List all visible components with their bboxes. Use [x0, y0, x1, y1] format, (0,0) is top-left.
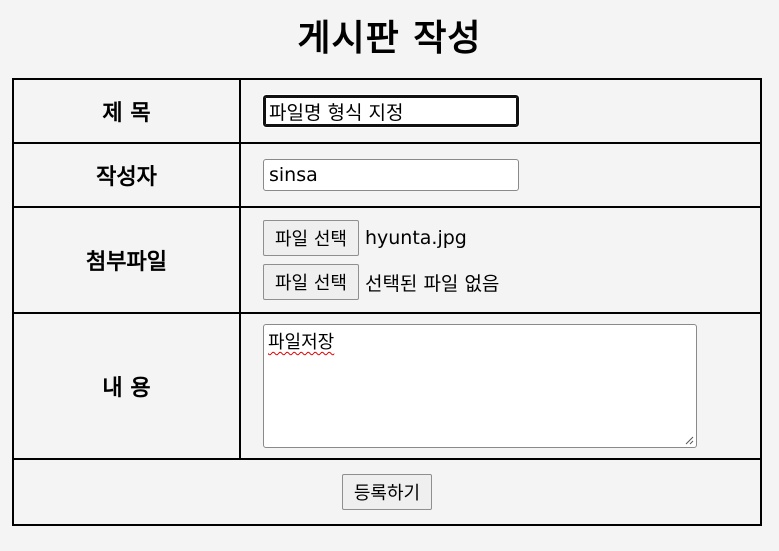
content-textarea-wrapper: 파일저장 [263, 324, 697, 448]
register-button[interactable]: 등록하기 [341, 474, 433, 510]
content-row: 내 용 파일저장 [12, 312, 762, 460]
author-input[interactable] [263, 159, 519, 191]
title-value-cell [239, 78, 762, 144]
file-select-button-2[interactable]: 파일 선택 [263, 264, 359, 300]
content-value-cell: 파일저장 [239, 312, 762, 460]
author-label: 작성자 [12, 142, 241, 208]
attachment-value-cell: 파일 선택 hyunta.jpg 파일 선택 선택된 파일 없음 [239, 206, 762, 314]
file-input-2: 파일 선택 선택된 파일 없음 [263, 264, 760, 300]
author-row: 작성자 [12, 142, 762, 208]
title-label: 제 목 [12, 78, 241, 144]
attachment-label: 첨부파일 [12, 206, 241, 314]
file-name-2: 선택된 파일 없음 [364, 272, 500, 295]
content-label: 내 용 [12, 312, 241, 460]
file-select-button-1[interactable]: 파일 선택 [263, 220, 359, 256]
submit-row: 등록하기 [12, 458, 762, 526]
title-input[interactable] [262, 94, 520, 128]
content-textarea[interactable]: 파일저장 [263, 324, 697, 448]
submit-cell: 등록하기 [12, 458, 762, 526]
title-row: 제 목 [12, 78, 762, 144]
file-input-1: 파일 선택 hyunta.jpg [263, 220, 760, 256]
page-title: 게시판 작성 [297, 18, 482, 59]
board-form-table: 제 목 작성자 첨부파일 파일 선택 hyunta.jpg 파일 선택 선택된 … [12, 78, 762, 526]
file-name-1: hyunta.jpg [364, 227, 467, 249]
resize-grip-icon[interactable] [684, 435, 694, 445]
attachment-row: 첨부파일 파일 선택 hyunta.jpg 파일 선택 선택된 파일 없음 [12, 206, 762, 314]
author-value-cell [239, 142, 762, 208]
